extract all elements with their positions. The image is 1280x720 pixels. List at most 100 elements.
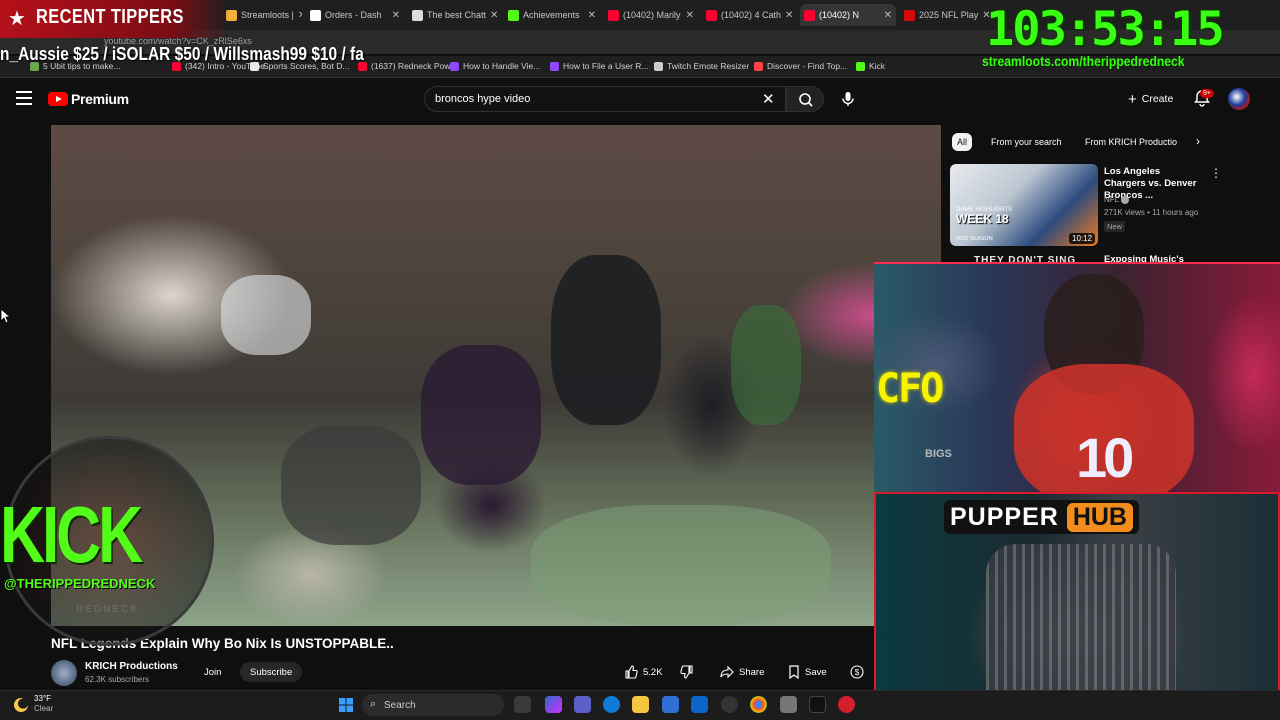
- bookmark-item[interactable]: Discover - Find Top...: [754, 61, 847, 71]
- tab-label: The best Chatt: [427, 10, 487, 20]
- close-tab-icon[interactable]: ✕: [388, 10, 400, 21]
- bookmark-item[interactable]: How to File a User R...: [550, 61, 649, 71]
- save-label: Save: [805, 666, 827, 678]
- tab-label: (10402) 4 Cath: [721, 10, 782, 20]
- app-red-icon[interactable]: [838, 696, 855, 713]
- browser-tab[interactable]: (10402) 4 Cath ✕: [702, 4, 796, 26]
- close-tab-icon[interactable]: ✕: [880, 10, 892, 21]
- tab-favicon-icon: [804, 9, 815, 21]
- bookmark-item[interactable]: (1637) Redneck Pow...: [358, 61, 457, 71]
- video-duration-badge: 10:12: [1069, 233, 1096, 244]
- search-button[interactable]: [786, 86, 824, 112]
- dislike-button[interactable]: [680, 662, 694, 682]
- hub-logo-text: HUB: [1066, 502, 1133, 532]
- tab-favicon-icon: [310, 9, 321, 21]
- weather-temperature[interactable]: 33°F: [34, 694, 51, 703]
- tab-favicon-icon: [706, 9, 717, 21]
- browser-tab[interactable]: Achievements ✕: [504, 4, 600, 26]
- browser-tab[interactable]: Streamloots |✕: [222, 4, 302, 26]
- close-tab-icon[interactable]: ✕: [682, 10, 694, 21]
- pupper-hub-logo: PUPPER HUB: [944, 500, 1139, 534]
- browser-tab[interactable]: (10402) Marily ✕: [604, 4, 698, 26]
- neon-sign: CFO: [876, 366, 944, 412]
- verified-icon: [1121, 195, 1130, 204]
- channel-avatar[interactable]: [51, 660, 77, 686]
- save-button[interactable]: Save: [788, 662, 827, 682]
- bookmark-item[interactable]: Twitch Emote Resizer: [654, 61, 749, 71]
- filter-chip[interactable]: From your search: [986, 133, 1067, 151]
- filter-chip[interactable]: All: [952, 133, 973, 151]
- join-button[interactable]: Join: [196, 662, 229, 682]
- thumbnail-week-label: WEEK 18: [956, 212, 1009, 226]
- kick-handle: @THERIPPEDREDNECK: [4, 576, 156, 591]
- bookmark-favicon-icon: [754, 61, 763, 71]
- jersey-number: 10: [1076, 426, 1134, 489]
- like-count: 5.2K: [643, 666, 663, 678]
- kick-badge-subtext: REDNECK: [76, 604, 140, 615]
- share-label: Share: [739, 666, 765, 678]
- task-view-icon[interactable]: [514, 696, 531, 713]
- terminal-icon[interactable]: [809, 696, 826, 713]
- bookmark-label: How to File a User R...: [563, 61, 649, 71]
- edge-icon[interactable]: [603, 696, 620, 713]
- kick-logo-text: KICK: [0, 490, 143, 579]
- share-button[interactable]: Share: [720, 662, 764, 682]
- weather-moon-icon[interactable]: [14, 698, 28, 712]
- svg-text:$: $: [855, 668, 860, 677]
- thanks-button[interactable]: $: [850, 662, 864, 682]
- browser-tab[interactable]: Orders - Dash ✕: [306, 4, 404, 26]
- search-input[interactable]: [424, 86, 786, 112]
- recommendation-channel[interactable]: NFL: [1104, 195, 1130, 204]
- voice-search-button[interactable]: [836, 87, 860, 111]
- chevron-right-icon[interactable]: ›: [1196, 134, 1200, 148]
- more-options-icon[interactable]: ⋮: [1210, 166, 1222, 180]
- subscribe-button[interactable]: Subscribe: [240, 662, 303, 682]
- bookmark-label: How to Handle Vie...: [463, 61, 541, 71]
- youtube-premium-logo[interactable]: Premium: [48, 91, 129, 107]
- tab-label: 2025 NFL Play: [919, 10, 979, 20]
- recommendation-channel-name: NFL: [1104, 195, 1119, 204]
- store-icon[interactable]: [662, 696, 679, 713]
- tab-favicon-icon: [412, 9, 423, 21]
- create-button[interactable]: + Create: [1122, 88, 1179, 110]
- bookmark-label: Kick: [869, 61, 886, 71]
- bookmark-favicon-icon: [550, 61, 559, 71]
- obs-icon[interactable]: [721, 696, 738, 713]
- browser-tab[interactable]: The best Chatt ✕: [408, 4, 500, 26]
- weather-condition[interactable]: Clear: [34, 704, 53, 713]
- close-tab-icon[interactable]: ✕: [584, 10, 596, 21]
- account-avatar[interactable]: [1228, 88, 1250, 110]
- hamburger-menu-icon[interactable]: [16, 91, 32, 105]
- recommendation-meta: 271K views • 11 hours ago: [1104, 208, 1199, 217]
- youtube-logo-text: Premium: [71, 91, 129, 107]
- browser-tab[interactable]: (10402) N ✕: [800, 4, 896, 26]
- channel-name[interactable]: KRICH Productions: [85, 661, 178, 672]
- chrome-icon[interactable]: [750, 696, 767, 713]
- clear-search-icon[interactable]: ✕: [762, 90, 775, 108]
- file-explorer-icon[interactable]: [632, 696, 649, 713]
- subathon-timer: 103:53:15: [986, 2, 1225, 57]
- search-icon: ⌕: [370, 698, 377, 710]
- tab-label: Orders - Dash: [325, 10, 382, 20]
- bookmark-item[interactable]: Kick: [856, 61, 885, 71]
- outlook-icon[interactable]: [691, 696, 708, 713]
- recent-tippers-ticker: n_Aussie $25 / iSOLAR $50 / Willsmash99 …: [0, 44, 364, 64]
- copilot-icon[interactable]: [545, 696, 562, 713]
- close-tab-icon[interactable]: ✕: [486, 10, 498, 21]
- like-button[interactable]: 5.2K: [624, 662, 663, 682]
- teams-icon[interactable]: [574, 696, 591, 713]
- filter-chip[interactable]: From KRICH Productio: [1080, 133, 1182, 151]
- bookmark-item[interactable]: How to Handle Vie...: [450, 61, 540, 71]
- streamloots-url: streamloots.com/therippedredneck: [982, 54, 1185, 69]
- app-icon[interactable]: [780, 696, 797, 713]
- create-label: Create: [1141, 93, 1174, 105]
- taskbar-search[interactable]: ⌕ Search: [362, 694, 504, 716]
- bookmark-label: Twitch Emote Resizer: [667, 61, 750, 71]
- star-icon: ★: [8, 8, 26, 30]
- windows-start-icon[interactable]: [338, 697, 354, 713]
- tab-label: Streamloots |: [241, 10, 294, 20]
- close-tab-icon[interactable]: ✕: [781, 10, 793, 21]
- close-tab-icon[interactable]: ✕: [294, 10, 302, 21]
- browser-tab[interactable]: 2025 NFL Play ✕: [900, 4, 990, 26]
- webcam-background-text: BIGS: [925, 448, 952, 460]
